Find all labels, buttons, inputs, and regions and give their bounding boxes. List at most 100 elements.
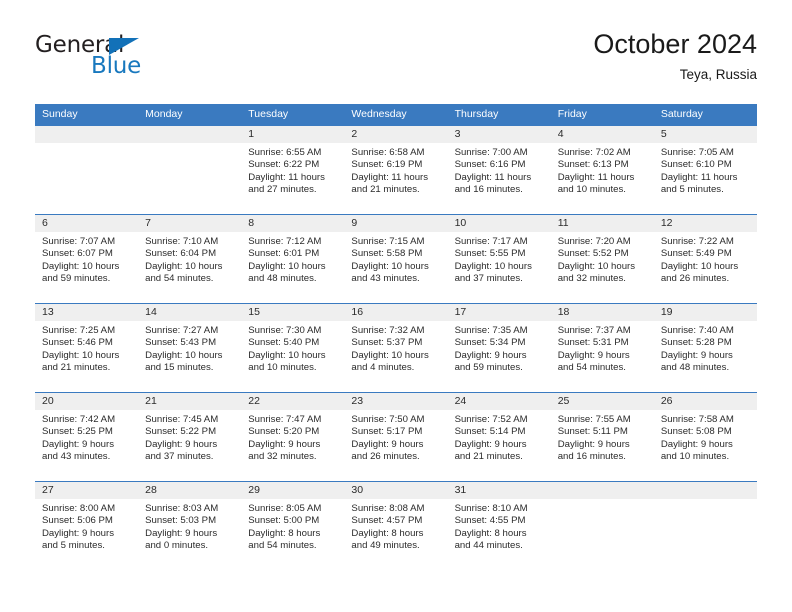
day-info: Sunrise: 7:45 AM Sunset: 5:22 PM Dayligh… xyxy=(138,410,241,463)
sunrise-text: Sunrise: 7:30 AM xyxy=(248,325,322,336)
day-cell[interactable]: 15 Sunrise: 7:30 AM Sunset: 5:40 PM Dayl… xyxy=(241,304,345,392)
sunset-text: Sunset: 5:06 PM xyxy=(42,515,113,527)
day-number: 20 xyxy=(35,393,139,410)
day-info: Sunrise: 7:55 AM Sunset: 5:11 PM Dayligh… xyxy=(551,410,654,463)
day-cell[interactable]: 22 Sunrise: 7:47 AM Sunset: 5:20 PM Dayl… xyxy=(241,393,345,481)
sunset-text: Sunset: 5:03 PM xyxy=(145,515,217,527)
sunrise-text: Sunrise: 7:50 AM xyxy=(351,414,425,425)
day-cell[interactable]: 1 Sunrise: 6:55 AM Sunset: 6:22 PM Dayli… xyxy=(241,126,345,214)
day-number: 22 xyxy=(241,393,345,410)
day-info: Sunrise: 7:12 AM Sunset: 6:01 PM Dayligh… xyxy=(241,232,344,285)
sunset-text: Sunset: 6:04 PM xyxy=(145,248,217,260)
sunrise-text: Sunrise: 7:17 AM xyxy=(454,236,528,247)
day-info: Sunrise: 7:40 AM Sunset: 5:28 PM Dayligh… xyxy=(654,321,757,374)
day-cell[interactable]: 26 Sunrise: 7:58 AM Sunset: 5:08 PM Dayl… xyxy=(653,393,757,481)
day-cell[interactable]: 19 Sunrise: 7:40 AM Sunset: 5:28 PM Dayl… xyxy=(653,304,757,392)
day-number: 12 xyxy=(653,215,757,232)
sunrise-text: Sunrise: 7:12 AM xyxy=(248,236,322,247)
day-cell[interactable]: 6 Sunrise: 7:07 AM Sunset: 6:07 PM Dayli… xyxy=(35,215,139,303)
sunrise-text: Sunrise: 7:55 AM xyxy=(557,414,631,425)
day-number: 31 xyxy=(447,482,551,499)
sunrise-text: Sunrise: 7:45 AM xyxy=(145,414,219,425)
day-cell[interactable]: 18 Sunrise: 7:37 AM Sunset: 5:31 PM Dayl… xyxy=(550,304,654,392)
day-cell[interactable]: 9 Sunrise: 7:15 AM Sunset: 5:58 PM Dayli… xyxy=(344,215,448,303)
day-cell[interactable]: 23 Sunrise: 7:50 AM Sunset: 5:17 PM Dayl… xyxy=(344,393,448,481)
daylight-text: Daylight: 10 hours and 32 minutes. xyxy=(557,260,636,284)
daylight-text: Daylight: 10 hours and 37 minutes. xyxy=(454,260,532,284)
daylight-text: Daylight: 8 hours and 49 minutes. xyxy=(351,527,424,551)
sunrise-text: Sunrise: 7:07 AM xyxy=(42,236,116,247)
sunrise-text: Sunrise: 7:35 AM xyxy=(454,325,528,336)
sunset-text: Sunset: 5:43 PM xyxy=(145,337,217,349)
day-cell[interactable]: 16 Sunrise: 7:32 AM Sunset: 5:37 PM Dayl… xyxy=(344,304,448,392)
daylight-text: Daylight: 8 hours and 44 minutes. xyxy=(454,527,527,551)
daylight-text: Daylight: 11 hours and 10 minutes. xyxy=(557,171,635,195)
day-number: 9 xyxy=(344,215,448,232)
sunset-text: Sunset: 5:22 PM xyxy=(145,426,217,438)
day-number: 7 xyxy=(138,215,242,232)
day-cell[interactable]: 3 Sunrise: 7:00 AM Sunset: 6:16 PM Dayli… xyxy=(447,126,551,214)
day-cell[interactable]: 5 Sunrise: 7:05 AM Sunset: 6:10 PM Dayli… xyxy=(653,126,757,214)
day-cell[interactable]: 24 Sunrise: 7:52 AM Sunset: 5:14 PM Dayl… xyxy=(447,393,551,481)
logo-text-blue: Blue xyxy=(91,53,142,79)
day-cell[interactable]: 10 Sunrise: 7:17 AM Sunset: 5:55 PM Dayl… xyxy=(447,215,551,303)
daylight-text: Daylight: 9 hours and 21 minutes. xyxy=(454,438,527,462)
day-number: 5 xyxy=(653,126,757,143)
daylight-text: Daylight: 9 hours and 43 minutes. xyxy=(42,438,114,462)
day-cell[interactable]: 7 Sunrise: 7:10 AM Sunset: 6:04 PM Dayli… xyxy=(138,215,242,303)
daylight-text: Daylight: 9 hours and 5 minutes. xyxy=(42,527,114,551)
day-cell[interactable]: 11 Sunrise: 7:20 AM Sunset: 5:52 PM Dayl… xyxy=(550,215,654,303)
sunset-text: Sunset: 5:28 PM xyxy=(660,337,732,349)
weekday-monday: Monday xyxy=(145,108,183,120)
sunset-text: Sunset: 6:01 PM xyxy=(248,248,320,260)
sunrise-text: Sunrise: 7:42 AM xyxy=(42,414,116,425)
sunrise-text: Sunrise: 7:15 AM xyxy=(351,236,425,247)
daylight-text: Daylight: 9 hours and 59 minutes. xyxy=(454,349,527,373)
day-cell[interactable]: 4 Sunrise: 7:02 AM Sunset: 6:13 PM Dayli… xyxy=(550,126,654,214)
day-cell[interactable]: 8 Sunrise: 7:12 AM Sunset: 6:01 PM Dayli… xyxy=(241,215,345,303)
sunset-text: Sunset: 5:25 PM xyxy=(42,426,113,438)
sunrise-text: Sunrise: 7:10 AM xyxy=(145,236,219,247)
daylight-text: Daylight: 10 hours and 54 minutes. xyxy=(145,260,223,284)
day-cell[interactable]: 20 Sunrise: 7:42 AM Sunset: 5:25 PM Dayl… xyxy=(35,393,139,481)
day-cell[interactable]: 17 Sunrise: 7:35 AM Sunset: 5:34 PM Dayl… xyxy=(447,304,551,392)
daylight-text: Daylight: 10 hours and 59 minutes. xyxy=(42,260,120,284)
day-cell[interactable]: 12 Sunrise: 7:22 AM Sunset: 5:49 PM Dayl… xyxy=(653,215,757,303)
day-cell[interactable]: 31 Sunrise: 8:10 AM Sunset: 4:55 PM Dayl… xyxy=(447,482,551,570)
day-info: Sunrise: 6:55 AM Sunset: 6:22 PM Dayligh… xyxy=(241,143,344,196)
daylight-text: Daylight: 9 hours and 32 minutes. xyxy=(248,438,321,462)
day-cell[interactable]: 25 Sunrise: 7:55 AM Sunset: 5:11 PM Dayl… xyxy=(550,393,654,481)
day-info: Sunrise: 7:17 AM Sunset: 5:55 PM Dayligh… xyxy=(448,232,551,285)
day-cell xyxy=(653,482,757,570)
day-info: Sunrise: 7:42 AM Sunset: 5:25 PM Dayligh… xyxy=(35,410,138,463)
day-info: Sunrise: 7:25 AM Sunset: 5:46 PM Dayligh… xyxy=(35,321,138,374)
day-info: Sunrise: 8:05 AM Sunset: 5:00 PM Dayligh… xyxy=(241,499,344,552)
weekday-sunday: Sunday xyxy=(42,108,78,120)
day-cell[interactable]: 2 Sunrise: 6:58 AM Sunset: 6:19 PM Dayli… xyxy=(344,126,448,214)
sunset-text: Sunset: 6:22 PM xyxy=(248,159,320,171)
day-number xyxy=(653,482,757,499)
general-blue-logo[interactable]: General Blue xyxy=(35,32,255,88)
day-number xyxy=(35,126,139,143)
day-number: 17 xyxy=(447,304,551,321)
week-row: 13 Sunrise: 7:25 AM Sunset: 5:46 PM Dayl… xyxy=(35,303,757,392)
day-cell[interactable]: 13 Sunrise: 7:25 AM Sunset: 5:46 PM Dayl… xyxy=(35,304,139,392)
day-number: 27 xyxy=(35,482,139,499)
day-number: 2 xyxy=(344,126,448,143)
day-cell[interactable]: 14 Sunrise: 7:27 AM Sunset: 5:43 PM Dayl… xyxy=(138,304,242,392)
sunset-text: Sunset: 5:58 PM xyxy=(351,248,423,260)
week-row: 27 Sunrise: 8:00 AM Sunset: 5:06 PM Dayl… xyxy=(35,481,757,570)
day-number: 30 xyxy=(344,482,448,499)
sunset-text: Sunset: 6:19 PM xyxy=(351,159,423,171)
sunset-text: Sunset: 5:37 PM xyxy=(351,337,423,349)
day-cell[interactable]: 29 Sunrise: 8:05 AM Sunset: 5:00 PM Dayl… xyxy=(241,482,345,570)
day-info: Sunrise: 7:37 AM Sunset: 5:31 PM Dayligh… xyxy=(551,321,654,374)
day-info xyxy=(35,143,138,147)
day-cell[interactable]: 27 Sunrise: 8:00 AM Sunset: 5:06 PM Dayl… xyxy=(35,482,139,570)
sunset-text: Sunset: 5:11 PM xyxy=(557,426,628,438)
day-cell[interactable]: 28 Sunrise: 8:03 AM Sunset: 5:03 PM Dayl… xyxy=(138,482,242,570)
sunset-text: Sunset: 5:17 PM xyxy=(351,426,423,438)
page-header: General Blue October 2024 Teya, Russia xyxy=(35,28,757,96)
day-cell[interactable]: 30 Sunrise: 8:08 AM Sunset: 4:57 PM Dayl… xyxy=(344,482,448,570)
day-cell[interactable]: 21 Sunrise: 7:45 AM Sunset: 5:22 PM Dayl… xyxy=(138,393,242,481)
